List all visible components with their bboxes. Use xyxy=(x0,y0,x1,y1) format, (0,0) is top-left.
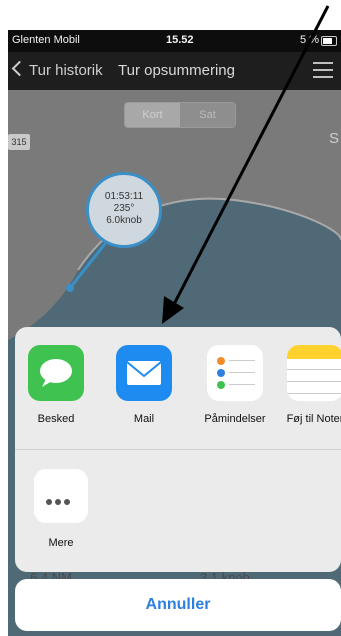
share-app-label: Besked xyxy=(37,413,75,425)
share-app-mail[interactable]: Mail xyxy=(104,345,184,425)
back-label: Tur historik xyxy=(29,62,103,79)
bubble-speed: 6.0knob xyxy=(106,215,142,226)
share-app-label: Føj til Noter xyxy=(286,413,341,425)
divider xyxy=(15,449,341,450)
share-app-messages[interactable]: Besked xyxy=(16,345,96,425)
bubble-time: 01:53:11 xyxy=(104,191,144,202)
nav-bar: Tur historik Tur opsummering xyxy=(8,52,341,90)
share-app-reminders[interactable]: Påmindelser xyxy=(195,345,275,425)
hamburger-menu-icon[interactable] xyxy=(313,62,333,78)
page-title: Tur opsummering xyxy=(118,62,235,79)
map-label: S xyxy=(328,130,339,147)
road-marker: 315 xyxy=(8,134,30,150)
bubble-heading: 235° xyxy=(113,203,135,214)
mail-icon xyxy=(116,345,172,401)
notes-icon xyxy=(287,345,341,401)
clock: 15.52 xyxy=(166,34,194,46)
carrier-label: Glenten Mobil xyxy=(12,34,80,46)
share-sheet: Besked Mail Påmindelser Føj til Noter Me… xyxy=(15,327,341,572)
phone-screen: Glenten Mobil 15.52 5 % Tur historik Tur… xyxy=(8,30,341,636)
map-type-toggle[interactable]: Kort Sat xyxy=(124,102,236,128)
messages-icon xyxy=(28,345,84,401)
track-info-bubble: 01:53:11 235° 6.0knob xyxy=(86,172,162,248)
battery-icon xyxy=(321,36,337,46)
cancel-button[interactable]: Annuller xyxy=(15,579,341,631)
status-bar: Glenten Mobil 15.52 5 % xyxy=(8,30,341,52)
back-button[interactable]: Tur historik xyxy=(11,60,103,79)
share-app-notes[interactable]: Føj til Noter xyxy=(275,345,341,425)
share-app-label: Påmindelser xyxy=(204,413,266,425)
share-app-label: Mail xyxy=(133,413,155,425)
page: { "status_bar": {"carrier": "Glenten Mob… xyxy=(0,0,341,636)
segment-map[interactable]: Kort xyxy=(125,103,180,127)
segment-satellite[interactable]: Sat xyxy=(180,103,235,127)
more-button[interactable]: Mere xyxy=(31,469,91,549)
more-label: Mere xyxy=(48,537,74,549)
chevron-left-icon xyxy=(11,60,28,77)
battery-percent: 5 % xyxy=(300,34,319,46)
more-icon xyxy=(34,469,88,523)
reminders-icon xyxy=(207,345,263,401)
